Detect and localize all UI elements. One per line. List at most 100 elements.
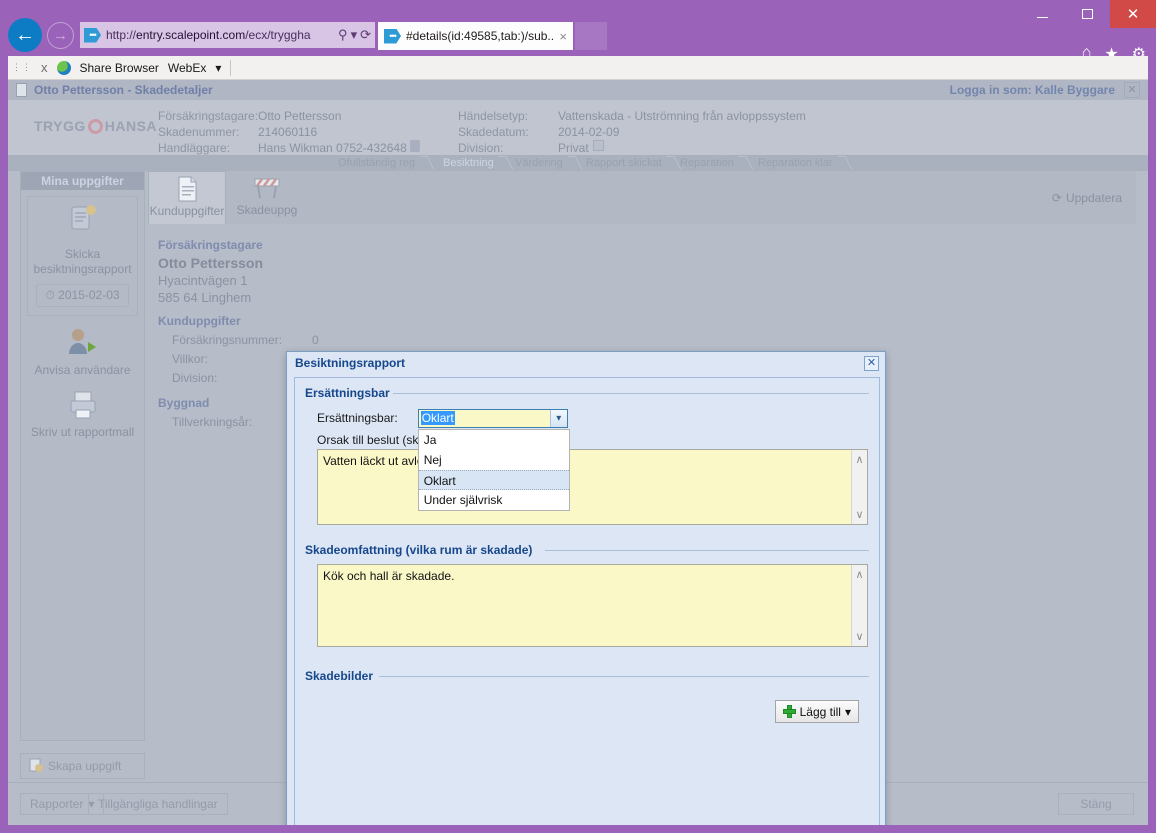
section-skadebilder: Skadebilder bbox=[305, 669, 869, 683]
section-ersattningsbar: Ersättningsbar bbox=[305, 386, 869, 400]
images-area: Lägg till ▾ bbox=[305, 690, 869, 730]
compensable-select[interactable]: Oklart ▾ bbox=[417, 408, 568, 428]
back-button[interactable]: ← bbox=[8, 18, 42, 52]
workflow-steps: Ofullständig reg Besiktning Värdering Ra… bbox=[8, 155, 1148, 171]
claim-field-row: Skadenummer: 214060116 bbox=[158, 125, 318, 139]
detail-row: Försäkringsnummer: 0 bbox=[172, 333, 319, 347]
claim-field-row: Division: Privat bbox=[458, 140, 806, 156]
create-task-button[interactable]: Skapa uppgift bbox=[20, 753, 145, 779]
app-close-icon[interactable]: ✕ bbox=[1124, 82, 1140, 98]
close-toolbar-icon[interactable]: x bbox=[41, 60, 48, 75]
back-arrow-icon: ← bbox=[15, 23, 35, 46]
sidebar-task-panel[interactable]: Skicka besiktningsrapport ⏱ 2015-02-03 bbox=[27, 196, 138, 316]
assign-user-icon bbox=[64, 326, 102, 360]
claim-summary-bar: TRYGG HANSA Försäkringstagare: Otto Pette… bbox=[8, 100, 1148, 155]
dialog-title: Besiktningsrapport bbox=[295, 356, 406, 370]
sidebar-title: Mina uppgifter bbox=[21, 172, 144, 190]
clock-icon: ⏱ bbox=[45, 288, 55, 302]
ie-browser-window: ✕ ← → ••• http://entry.scalepoint.com/ec… bbox=[0, 0, 1156, 833]
scroll-down-icon[interactable]: ∨ bbox=[855, 508, 863, 521]
chevron-down-icon: ▾ bbox=[844, 704, 851, 719]
step-ofullstandig-reg[interactable]: Ofullständig reg bbox=[328, 155, 435, 171]
close-button[interactable]: Stäng bbox=[1058, 793, 1134, 815]
dropdown-option-ja[interactable]: Ja bbox=[419, 430, 569, 450]
detail-ribbon: Kunduppgifter Skadeuppg ⟳ Uppdatera bbox=[148, 171, 1136, 224]
dropdown-option-nej[interactable]: Nej bbox=[419, 450, 569, 470]
claim-field-row: Händelsetyp: Vattenskada - Utströmning f… bbox=[458, 109, 806, 123]
claim-field-row: Försäkringstagare: Otto Pettersson bbox=[158, 109, 342, 123]
scroll-up-icon[interactable]: ∧ bbox=[855, 568, 863, 581]
policyholder-street: Hyacintvägen 1 bbox=[158, 273, 248, 288]
damage-scope-text: Kök och hall är skadade. bbox=[323, 569, 455, 583]
tab-page-icon: ••• bbox=[384, 28, 401, 44]
globe-icon bbox=[56, 60, 71, 75]
refresh-icon[interactable]: ⟳ bbox=[360, 27, 371, 43]
available-actions-button[interactable]: Tillgängliga handlingar bbox=[88, 793, 228, 815]
step-besiktning[interactable]: Besiktning bbox=[433, 155, 514, 171]
document-icon bbox=[16, 83, 27, 97]
tab-kunduppgifter[interactable]: Kunduppgifter bbox=[148, 171, 226, 224]
login-as-label[interactable]: Logga in som: Kalle Byggare bbox=[950, 83, 1115, 97]
trygg-hansa-logo: TRYGG HANSA bbox=[34, 118, 158, 134]
damage-scope-scrollbar[interactable]: ∧ ∨ bbox=[851, 565, 867, 646]
step-vardering[interactable]: Värdering bbox=[505, 155, 583, 171]
reason-textarea[interactable]: Vatten läckt ut avloppssyst ∧ ∨ bbox=[317, 449, 868, 525]
step-rapport-skickat[interactable]: Rapport skickat bbox=[576, 155, 682, 171]
section-skadeomfattning: Skadeomfattning (vilka rum är skadade) bbox=[305, 543, 869, 557]
policyholder-name: Otto Pettersson bbox=[158, 255, 264, 271]
chevron-down-icon[interactable]: ▾ bbox=[351, 27, 358, 43]
add-image-button[interactable]: Lägg till ▾ bbox=[774, 700, 859, 723]
app-body: Mina uppgifter Skicka besiktningsrapport… bbox=[8, 171, 1148, 825]
step-reparation[interactable]: Reparation bbox=[670, 155, 754, 171]
new-tab-button[interactable] bbox=[575, 22, 607, 50]
page-icon: ••• bbox=[84, 27, 101, 43]
tab-skadeuppgifter[interactable]: Skadeuppg bbox=[228, 171, 306, 224]
tab-close-icon[interactable]: × bbox=[555, 29, 567, 44]
compensable-select-wrapper: Oklart ▾ Ja Nej Oklart Under självrisk bbox=[417, 408, 570, 511]
dropdown-option-oklart[interactable]: Oklart bbox=[418, 469, 569, 490]
compensable-field-row: Ersättningsbar: Oklart ▾ Ja Nej Oklart U… bbox=[317, 407, 869, 511]
webex-command-bar: ⋮⋮ x Share Browser WebEx ▾ bbox=[8, 56, 1148, 80]
search-icon[interactable]: ⚲ bbox=[338, 27, 348, 43]
toolbar-divider bbox=[230, 59, 232, 76]
scalepoint-application: Otto Pettersson - Skadedetaljer Logga in… bbox=[8, 80, 1148, 825]
step-reparation-klar[interactable]: Reparation klar bbox=[748, 155, 853, 171]
dialog-body: Ersättningsbar Ersättningsbar: Oklart ▾ … bbox=[294, 377, 880, 825]
drag-handle[interactable]: ⋮⋮ bbox=[12, 62, 32, 73]
dialog-close-icon[interactable]: ✕ bbox=[864, 356, 879, 371]
reason-text: Vatten läckt ut avloppssyst bbox=[323, 454, 465, 468]
sidebar-task-date: ⏱ 2015-02-03 bbox=[36, 284, 129, 307]
address-text: http://entry.scalepoint.com/ecx/tryggha bbox=[106, 28, 311, 42]
scroll-up-icon[interactable]: ∧ bbox=[855, 453, 863, 466]
forward-button[interactable]: → bbox=[47, 22, 74, 49]
reason-textarea-wrapper: Vatten läckt ut avloppssyst ∧ ∨ bbox=[317, 449, 868, 525]
claim-field-row: Handläggare: Hans Wikman 0752-432648 bbox=[158, 140, 420, 156]
customer-document-icon bbox=[172, 175, 202, 203]
damage-barrier-icon bbox=[252, 174, 282, 202]
select-selected-value: Oklart bbox=[420, 411, 455, 425]
reason-scrollbar[interactable]: ∧ ∨ bbox=[851, 450, 867, 524]
division-checkbox-icon bbox=[592, 140, 604, 151]
refresh-icon: ⟳ bbox=[1051, 191, 1062, 205]
address-bar[interactable]: ••• http://entry.scalepoint.com/ecx/tryg… bbox=[80, 22, 375, 48]
my-tasks-sidebar: Mina uppgifter Skicka besiktningsrapport… bbox=[20, 171, 145, 741]
sidebar-item-skriv-ut-rapportmall[interactable]: Skriv ut rapportmall bbox=[21, 388, 144, 440]
sidebar-item-anvisa-anvandare[interactable]: Anvisa användare bbox=[21, 326, 144, 378]
webex-menu[interactable]: WebEx bbox=[168, 61, 206, 75]
share-browser-button[interactable]: Share Browser bbox=[80, 61, 159, 75]
forward-arrow-icon: → bbox=[53, 27, 68, 44]
damage-scope-textarea-wrapper: Kök och hall är skadade. ∧ ∨ bbox=[317, 564, 868, 647]
damage-scope-textarea[interactable]: Kök och hall är skadade. ∧ ∨ bbox=[317, 564, 868, 647]
printer-icon bbox=[64, 388, 102, 422]
policyholder-city: 585 64 Linghem bbox=[158, 290, 252, 305]
chevron-down-icon[interactable]: ▾ bbox=[215, 61, 221, 75]
send-report-icon bbox=[64, 203, 102, 237]
scroll-down-icon[interactable]: ∨ bbox=[855, 630, 863, 643]
page-title: Otto Pettersson - Skadedetaljer bbox=[34, 83, 213, 97]
app-header: Otto Pettersson - Skadedetaljer Logga in… bbox=[8, 80, 1148, 100]
browser-tab[interactable]: ••• #details(id:49585,tab:)/sub... × bbox=[378, 22, 573, 50]
group-policyholder: Försäkringstagare bbox=[158, 238, 263, 252]
refresh-button[interactable]: ⟳ Uppdatera bbox=[1052, 191, 1122, 205]
chevron-down-icon[interactable]: ▾ bbox=[549, 409, 567, 427]
dropdown-option-under-sjalvrisk[interactable]: Under självrisk bbox=[419, 490, 569, 510]
